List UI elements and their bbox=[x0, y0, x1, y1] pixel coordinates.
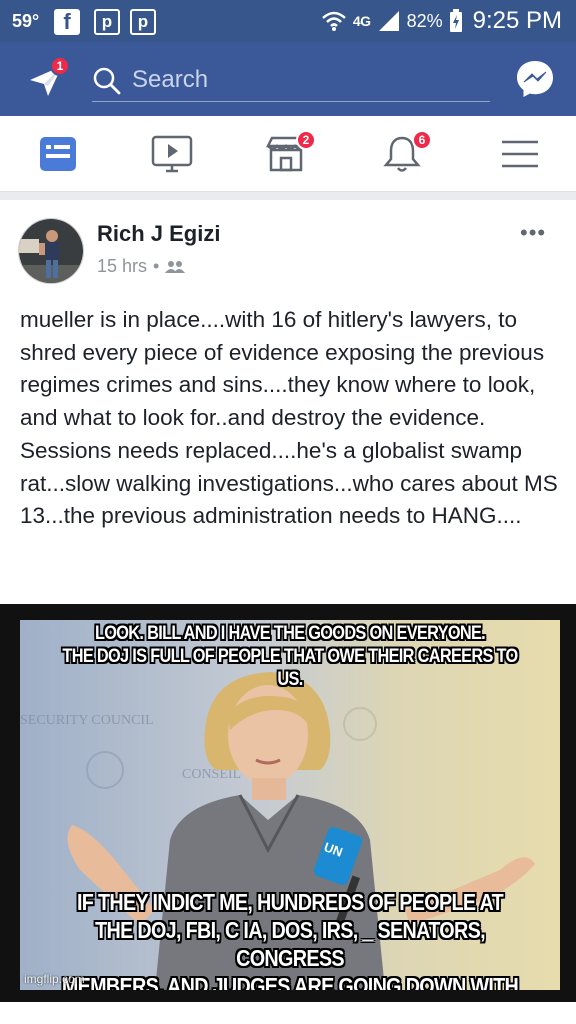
search-input[interactable] bbox=[132, 62, 472, 98]
hamburger-icon bbox=[502, 140, 538, 168]
search-icon bbox=[93, 67, 121, 95]
meme-caption-line: MEMBERS, AND JUDGES ARE GOING DOWN WITH … bbox=[61, 973, 519, 990]
meme-caption-line: THE DOJ, FBI, C IA, DOS, IRS, _ SENATORS… bbox=[95, 917, 485, 971]
status-temperature: 59° bbox=[12, 11, 40, 31]
friends-icon bbox=[165, 260, 186, 273]
meme-caption-bottom: IF THEY INDICT ME, HUNDREDS OF PEOPLE AT… bbox=[58, 888, 522, 990]
plane-badge: 1 bbox=[50, 56, 70, 76]
feed-bottom bbox=[0, 1002, 576, 1024]
meme-caption-top: LOOK. BILL AND I HAVE THE GOODS ON EVERY… bbox=[58, 622, 522, 691]
facebook-icon: f bbox=[54, 9, 80, 35]
meme-picture: SECURITY COUNCIL CONSEIL UN LOOK. BILL A… bbox=[20, 620, 560, 990]
background-text: SECURITY COUNCIL bbox=[20, 713, 154, 728]
pinterest-icon: p bbox=[94, 9, 120, 35]
meme-caption-line: IF THEY INDICT ME, HUNDREDS OF PEOPLE AT bbox=[77, 889, 504, 915]
post-author[interactable]: Rich J Egizi bbox=[97, 221, 220, 247]
network-label: 4G bbox=[352, 13, 371, 29]
avatar[interactable] bbox=[18, 218, 84, 284]
signal-icon bbox=[378, 11, 399, 31]
tab-watch[interactable] bbox=[150, 134, 194, 174]
profile-photo bbox=[19, 219, 83, 283]
post-text: mueller is in place....with 16 of hitler… bbox=[20, 307, 558, 529]
notifications-badge: 6 bbox=[412, 130, 432, 150]
messenger-icon[interactable] bbox=[514, 58, 556, 100]
tab-menu[interactable] bbox=[498, 134, 542, 174]
post-time[interactable]: 15 hrs bbox=[97, 256, 147, 277]
video-icon bbox=[151, 135, 193, 173]
news-feed-icon bbox=[40, 137, 76, 171]
wifi-icon bbox=[322, 11, 346, 31]
status-bar: 59° f p p 4G 82% 9:25 PM bbox=[0, 0, 576, 42]
search-bar[interactable] bbox=[92, 58, 490, 102]
app-header: 1 bbox=[0, 42, 576, 116]
battery-percent: 82% bbox=[406, 10, 443, 31]
marketplace-badge: 2 bbox=[296, 130, 316, 150]
post-meta: 15 hrs • bbox=[97, 256, 186, 277]
tab-bar: 2 6 bbox=[0, 116, 576, 192]
meme-caption-line: THE DOJ IS FULL OF PEOPLE THAT OWE THEIR… bbox=[62, 646, 518, 690]
pinterest-icon: p bbox=[130, 9, 156, 35]
battery-charging-icon bbox=[449, 9, 462, 32]
tab-news-feed[interactable] bbox=[36, 134, 80, 174]
status-time: 9:25 PM bbox=[472, 7, 562, 34]
meme-caption-line: LOOK. BILL AND I HAVE THE GOODS ON EVERY… bbox=[94, 623, 486, 644]
post-image[interactable]: SECURITY COUNCIL CONSEIL UN LOOK. BILL A… bbox=[0, 604, 576, 1002]
watermark: imgflip.com bbox=[24, 972, 85, 986]
meta-dot: • bbox=[153, 256, 160, 276]
feed-separator bbox=[0, 192, 576, 200]
more-options-icon[interactable]: ••• bbox=[520, 220, 546, 246]
